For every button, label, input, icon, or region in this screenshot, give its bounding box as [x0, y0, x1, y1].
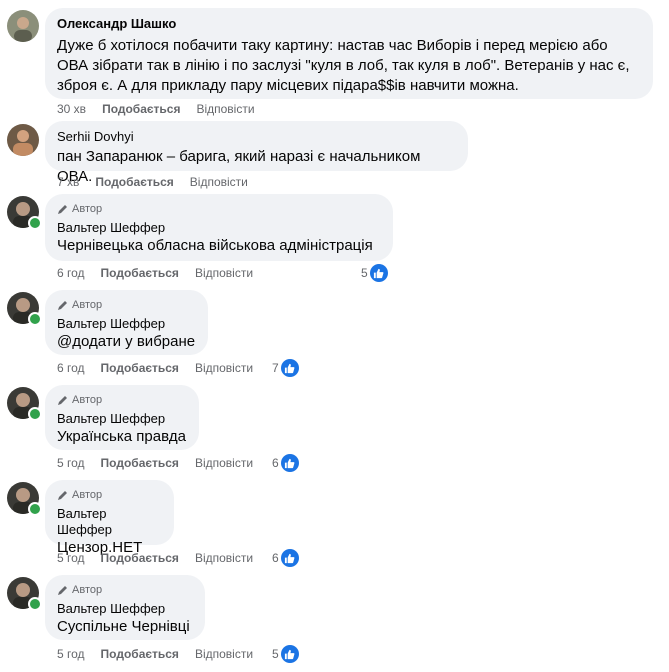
author-badge-label: Автор — [72, 203, 103, 215]
like-button[interactable]: Подобається — [101, 647, 179, 661]
like-button[interactable]: Подобається — [101, 266, 179, 280]
thumbs-up-icon — [280, 645, 299, 663]
author-badge: Автор — [57, 202, 381, 216]
online-status-icon — [28, 216, 42, 230]
avatar[interactable] — [7, 10, 39, 42]
comment-actions: 6 год Подобається Відповісти — [57, 360, 269, 376]
comment-text: @додати у вибране — [57, 333, 196, 350]
comment-time[interactable]: 5 год — [57, 647, 85, 661]
comment-time[interactable]: 30 хв — [57, 102, 86, 116]
comment-time[interactable]: 7 хв — [57, 175, 79, 189]
reaction-count: 7 — [272, 361, 279, 375]
like-button[interactable]: Подобається — [95, 175, 173, 189]
reply-button[interactable]: Відповісти — [190, 175, 248, 189]
author-badge-label: Автор — [72, 489, 103, 501]
like-button[interactable]: Подобається — [101, 551, 179, 565]
avatar[interactable] — [7, 124, 39, 156]
comment-time[interactable]: 6 год — [57, 361, 85, 375]
reaction-count: 6 — [272, 551, 279, 565]
comment-author[interactable]: Вальтер Шеффер — [57, 601, 193, 617]
thumbs-up-icon — [280, 359, 299, 377]
comment-actions: 30 хв Подобається Відповісти — [57, 101, 271, 117]
like-button[interactable]: Подобається — [101, 456, 179, 470]
author-badge-label: Автор — [72, 584, 103, 596]
online-status-icon — [28, 597, 42, 611]
comment-actions: 6 год Подобається Відповісти — [57, 265, 269, 281]
comment-text: Дуже б хотілося побачити таку картину: н… — [57, 37, 630, 94]
reply-button[interactable]: Відповісти — [195, 361, 253, 375]
pencil-icon — [58, 586, 67, 595]
thumbs-up-icon — [369, 264, 388, 282]
reply-button[interactable]: Відповісти — [195, 551, 253, 565]
pencil-icon — [58, 491, 67, 500]
comment-bubble: Автор Вальтер Шеффер Українська правда — [45, 385, 199, 450]
reaction-count: 5 — [361, 266, 368, 280]
reaction-summary[interactable]: 6 — [272, 454, 299, 472]
comment-actions: 5 год Подобається Відповісти — [57, 550, 269, 566]
like-button[interactable]: Подобається — [102, 102, 180, 116]
online-status-icon — [28, 407, 42, 421]
online-status-icon — [28, 502, 42, 516]
comment-time[interactable]: 6 год — [57, 266, 85, 280]
comment-bubble: Олександр Шашко Дуже б хотілося побачити… — [45, 8, 653, 99]
comment-actions: 7 хв Подобається Відповісти — [57, 174, 264, 190]
comment-bubble: Автор Вальтер Шеффер Суспільне Чернівці — [45, 575, 205, 640]
comment-author[interactable]: Вальтер Шеффер — [57, 411, 187, 427]
comment-author[interactable]: Serhii Dovhyi — [57, 129, 456, 145]
reply-button[interactable]: Відповісти — [196, 102, 254, 116]
reaction-summary[interactable]: 7 — [272, 359, 299, 377]
reaction-summary[interactable]: 6 — [272, 549, 299, 567]
reply-button[interactable]: Відповісти — [195, 647, 253, 661]
author-badge: Автор — [57, 393, 187, 407]
comment-actions: 5 год Подобається Відповісти — [57, 455, 269, 471]
comment-bubble: Автор Вальтер Шеффер @додати у вибране — [45, 290, 208, 355]
comment-text: Українська правда — [57, 428, 186, 445]
pencil-icon — [58, 396, 67, 405]
comment-bubble: Serhii Dovhyi пан Запаранюк – барига, як… — [45, 121, 468, 185]
reply-button[interactable]: Відповісти — [195, 456, 253, 470]
comment-author[interactable]: Вальтер Шеффер — [57, 506, 162, 538]
reaction-count: 6 — [272, 456, 279, 470]
author-badge: Автор — [57, 583, 193, 597]
comment-author[interactable]: Олександр Шашко — [57, 16, 641, 32]
comment-time[interactable]: 5 год — [57, 551, 85, 565]
pencil-icon — [58, 205, 67, 214]
reply-button[interactable]: Відповісти — [195, 266, 253, 280]
pencil-icon — [58, 301, 67, 310]
author-badge-label: Автор — [72, 394, 103, 406]
comment-bubble: Автор Вальтер Шеффер Чернівецька обласна… — [45, 194, 393, 261]
author-badge: Автор — [57, 488, 162, 502]
comment-time[interactable]: 5 год — [57, 456, 85, 470]
comment-text: Суспільне Чернівці — [57, 618, 190, 635]
reaction-summary[interactable]: 5 — [361, 264, 388, 282]
reaction-count: 5 — [272, 647, 279, 661]
comment-author[interactable]: Вальтер Шеффер — [57, 316, 196, 332]
thumbs-up-icon — [280, 549, 299, 567]
comment-author[interactable]: Вальтер Шеффер — [57, 220, 381, 236]
comment-bubble: Автор Вальтер Шеффер Цензор.НЕТ — [45, 480, 174, 556]
like-button[interactable]: Подобається — [101, 361, 179, 375]
reaction-summary[interactable]: 5 — [272, 645, 299, 663]
online-status-icon — [28, 312, 42, 326]
author-badge-label: Автор — [72, 299, 103, 311]
author-badge: Автор — [57, 298, 196, 312]
thumbs-up-icon — [280, 454, 299, 472]
comment-actions: 5 год Подобається Відповісти — [57, 646, 269, 662]
comment-text: Чернівецька обласна військова адміністра… — [57, 237, 373, 254]
